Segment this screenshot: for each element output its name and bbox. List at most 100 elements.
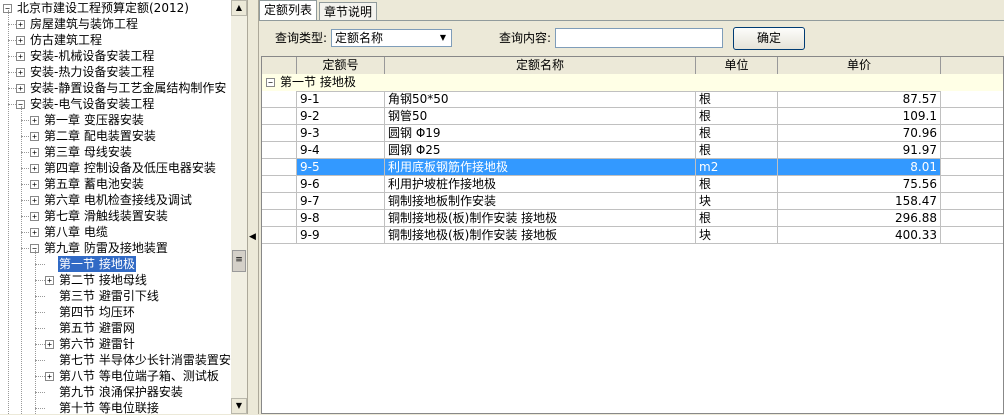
expand-icon[interactable]: + (30, 163, 39, 173)
expand-icon[interactable]: + (30, 195, 39, 205)
tree-node[interactable]: 第五节 避雷网 (45, 320, 136, 336)
cell-code[interactable]: 9-8 (297, 210, 385, 227)
tree-node-label[interactable]: 第八节 等电位端子箱、测试板 (58, 368, 220, 384)
cell-name[interactable]: 铜制接地极(板)制作安装 接地极 (385, 210, 696, 227)
tree-node[interactable]: + 第三章 母线安装 (30, 144, 133, 160)
cell-blank[interactable] (941, 176, 1003, 193)
cell-code[interactable]: 9-7 (297, 193, 385, 210)
tree-root-label[interactable]: 北京市建设工程预算定额(2012) (16, 0, 190, 16)
cell-code[interactable]: 9-3 (297, 125, 385, 142)
cell-unit[interactable]: 根 (696, 108, 778, 125)
header-extra[interactable] (941, 57, 1003, 74)
table-row[interactable]: 9-6 利用护坡桩作接地极根 75.56 (262, 176, 1003, 193)
tree-node-label[interactable]: 安装-静置设备与工艺金属结构制作安 (29, 80, 227, 96)
scroll-up-arrow-icon[interactable]: ▲ (231, 0, 247, 16)
tree-node-label[interactable]: 第二节 接地母线 (58, 272, 148, 288)
cell-price[interactable]: 109.1 (778, 108, 941, 125)
query-content-input[interactable] (555, 28, 723, 48)
tree-node[interactable]: + 第七章 滑触线装置安装 (30, 208, 169, 224)
expand-icon[interactable]: + (30, 227, 39, 237)
cell-blank[interactable] (262, 176, 297, 193)
cell-blank[interactable] (941, 91, 1003, 108)
cell-code[interactable]: 9-5 (297, 159, 385, 176)
cell-code[interactable]: 9-1 (297, 91, 385, 108)
table-row[interactable]: 9-7 铜制接地板制作安装块 158.47 (262, 193, 1003, 210)
tree-node[interactable]: + 第五章 蓄电池安装 (30, 176, 145, 192)
scroll-thumb[interactable]: ≡ (232, 250, 246, 272)
cell-price[interactable]: 91.97 (778, 142, 941, 159)
cell-name[interactable]: 角钢50*50 (385, 91, 696, 108)
expand-icon[interactable]: + (16, 51, 25, 61)
table-row[interactable]: 9-8 铜制接地极(板)制作安装 接地极根 296.88 (262, 210, 1003, 227)
table-row[interactable]: 9-4 圆钢 Φ25 根 91.97 (262, 142, 1003, 159)
cell-price[interactable]: 158.47 (778, 193, 941, 210)
cell-name[interactable]: 钢管50 (385, 108, 696, 125)
expand-icon[interactable]: + (16, 67, 25, 77)
tree-node[interactable]: 第三节 避雷引下线 (45, 288, 160, 304)
cell-code[interactable]: 9-6 (297, 176, 385, 193)
cell-price[interactable]: 87.57 (778, 91, 941, 108)
tree-node-label[interactable]: 第六章 电机检查接线及调试 (43, 192, 193, 208)
chevron-down-icon[interactable]: ▼ (436, 31, 450, 45)
cell-unit[interactable]: 块 (696, 227, 778, 244)
tree-node-label[interactable]: 第四节 均压环 (58, 304, 136, 320)
cell-blank[interactable] (262, 91, 297, 108)
tree-node-label[interactable]: 第三节 避雷引下线 (58, 288, 160, 304)
cell-blank[interactable] (262, 108, 297, 125)
tree-node[interactable]: 第七节 半导体少长针消雷装置安 (45, 352, 231, 368)
cell-unit[interactable]: 根 (696, 91, 778, 108)
cell-blank[interactable] (262, 142, 297, 159)
tree-node[interactable]: + 第八章 电缆 (30, 224, 109, 240)
tree-node[interactable]: 第十节 等电位联接 (45, 400, 160, 414)
tab-chapter-notes[interactable]: 章节说明 (319, 2, 378, 20)
tree-node[interactable]: − 安装-电气设备安装工程 (16, 96, 155, 112)
tree-node-label[interactable]: 安装-热力设备安装工程 (29, 64, 155, 80)
cell-blank[interactable] (941, 210, 1003, 227)
tree-node-label[interactable]: 第二章 配电装置安装 (43, 128, 157, 144)
table-row[interactable]: 9-1 角钢50*50 根 87.57 (262, 91, 1003, 108)
tree-node-label[interactable]: 第十节 等电位联接 (58, 400, 160, 414)
expand-icon[interactable]: + (30, 115, 39, 125)
tree-node-label[interactable]: 第七节 半导体少长针消雷装置安 (58, 352, 231, 368)
cell-blank[interactable] (262, 159, 297, 176)
tree-node-label[interactable]: 安装-机械设备安装工程 (29, 48, 155, 64)
tree-node[interactable]: + 第六章 电机检查接线及调试 (30, 192, 193, 208)
tree-node-label[interactable]: 房屋建筑与装饰工程 (29, 16, 139, 32)
tree-root[interactable]: − 北京市建设工程预算定额(2012) (3, 0, 190, 16)
tree-node[interactable]: 第九节 浪涌保护器安装 (45, 384, 184, 400)
tree-node[interactable]: + 安装-静置设备与工艺金属结构制作安 (16, 80, 227, 96)
header-code[interactable]: 定额号 (297, 57, 385, 74)
cell-blank[interactable] (262, 210, 297, 227)
cell-unit[interactable]: 块 (696, 193, 778, 210)
expand-icon[interactable]: + (45, 339, 54, 349)
tree-node-label[interactable]: 仿古建筑工程 (29, 32, 103, 48)
ok-button[interactable]: 确定 (733, 27, 805, 50)
cell-blank[interactable] (262, 193, 297, 210)
cell-name[interactable]: 圆钢 Φ25 (385, 142, 696, 159)
cell-name[interactable]: 利用底板钢筋作接地极 (385, 159, 696, 176)
tree-node-label[interactable]: 第七章 滑触线装置安装 (43, 208, 169, 224)
tree-node-label[interactable]: 第三章 母线安装 (43, 144, 133, 160)
tree-node-label[interactable]: 安装-电气设备安装工程 (29, 96, 155, 112)
cell-unit[interactable]: 根 (696, 125, 778, 142)
expand-icon[interactable]: + (16, 19, 25, 29)
tree-node-label[interactable]: 第一节 接地极 (58, 256, 136, 272)
collapse-left-icon[interactable]: ◀ (249, 232, 256, 242)
tree-node[interactable]: + 第二节 接地母线 (45, 272, 148, 288)
tree-node-label[interactable]: 第一章 变压器安装 (43, 112, 145, 128)
cell-code[interactable]: 9-9 (297, 227, 385, 244)
cell-code[interactable]: 9-2 (297, 108, 385, 125)
tree-node[interactable]: + 第一章 变压器安装 (30, 112, 145, 128)
tree-node[interactable]: + 第二章 配电装置安装 (30, 128, 157, 144)
header-price[interactable]: 单价 (778, 57, 941, 74)
table-row[interactable]: 9-2 钢管50 根 109.1 (262, 108, 1003, 125)
tree-node[interactable]: 第一节 接地极 (45, 256, 136, 272)
expand-icon[interactable]: + (30, 179, 39, 189)
table-row[interactable]: 9-5 利用底板钢筋作接地极 m2 8.01 (262, 159, 1003, 176)
tree-node[interactable]: + 安装-机械设备安装工程 (16, 48, 155, 64)
cell-name[interactable]: 铜制接地板制作安装 (385, 193, 696, 210)
collapse-icon[interactable]: − (266, 78, 275, 87)
panel-splitter[interactable]: ◀ (247, 0, 259, 414)
cell-name[interactable]: 利用护坡桩作接地极 (385, 176, 696, 193)
cell-price[interactable]: 70.96 (778, 125, 941, 142)
